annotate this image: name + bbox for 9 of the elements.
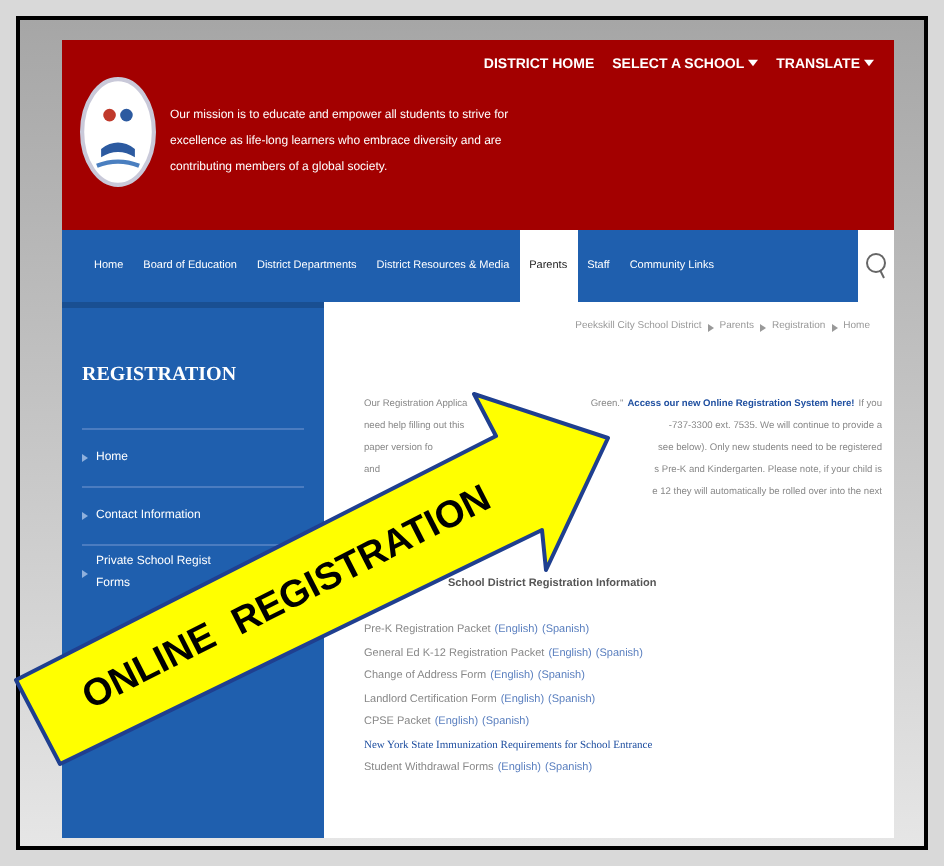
sidebar-title: REGISTRATION: [82, 364, 239, 388]
search-icon[interactable]: [864, 252, 888, 280]
separator-icon: [707, 323, 714, 331]
separator-icon: [831, 323, 838, 331]
bullet-icon: [82, 454, 88, 462]
separator-icon: [759, 323, 766, 331]
bullet-icon: [82, 570, 88, 578]
logo-drawing: [80, 76, 156, 188]
bullet-icon: [82, 512, 88, 520]
